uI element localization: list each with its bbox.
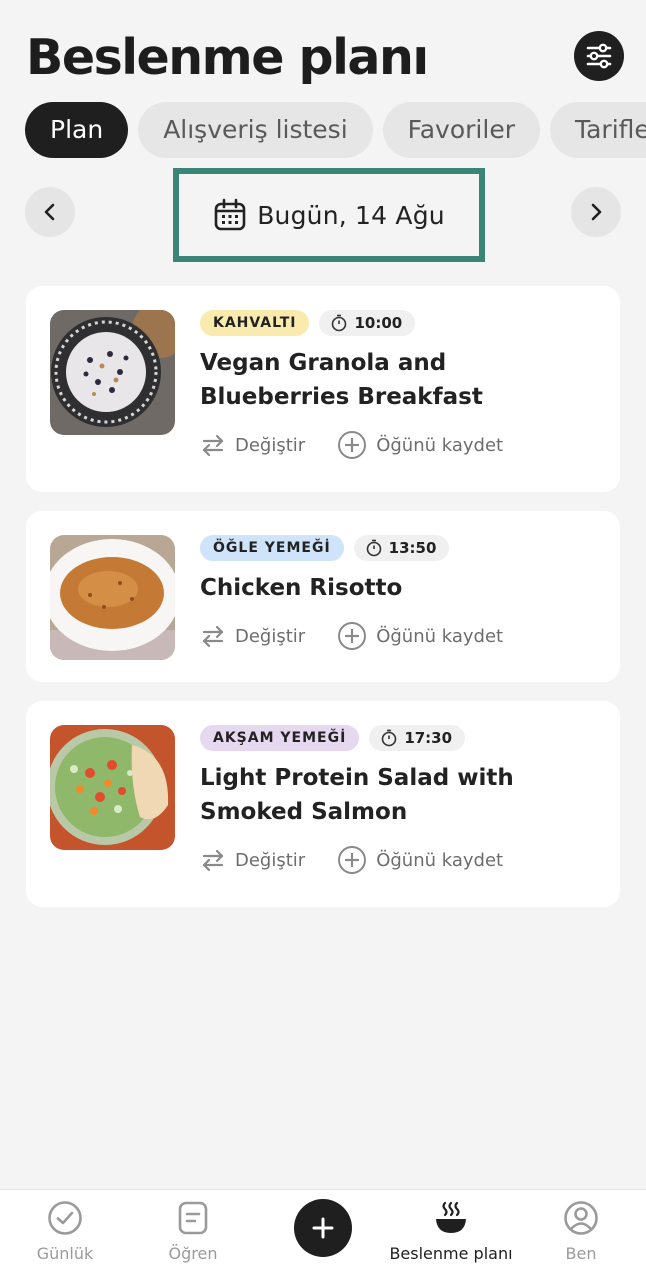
meal-tags: KAHVALTI 10:00 (200, 310, 600, 336)
meal-type-badge: ÖĞLE YEMEĞİ (200, 535, 344, 561)
tab-shopping-list[interactable]: Alışveriş listesi (138, 102, 373, 158)
nav-item-meal-plan[interactable]: Beslenme planı (386, 1200, 516, 1263)
meal-time-badge: 17:30 (369, 725, 466, 751)
swap-meal-button[interactable]: Değiştir (200, 623, 305, 649)
save-meal-button[interactable]: Öğünü kaydet (337, 621, 503, 651)
meal-title[interactable]: Chicken Risotto (200, 571, 600, 605)
meal-content: AKŞAM YEMEĞİ 17:30 Light Protein Salad w… (200, 725, 600, 877)
food-bowl-icon (436, 1201, 466, 1233)
meal-actions: Değiştir Öğünü kaydet (200, 428, 600, 462)
meal-time: 10:00 (354, 314, 403, 332)
meal-title[interactable]: Light Protein Salad with Smoked Salmon (200, 761, 600, 829)
swap-meal-button[interactable]: Değiştir (200, 432, 305, 458)
meal-type-badge: KAHVALTI (200, 310, 310, 336)
nav-item-daily[interactable]: Günlük (0, 1200, 130, 1263)
profile-icon (564, 1201, 598, 1235)
header: Beslenme planı (26, 26, 624, 90)
meal-time-badge: 10:00 (319, 310, 416, 336)
swap-icon (202, 849, 224, 872)
risotto-plate-image[interactable] (50, 535, 175, 660)
nav-label: Ben (565, 1244, 597, 1263)
tab-favorites[interactable]: Favoriler (382, 102, 540, 158)
meal-type-badge: AKŞAM YEMEĞİ (200, 725, 360, 751)
nav-label: Öğren (168, 1244, 218, 1263)
plus-circle-icon (338, 431, 367, 459)
nav-item-learn[interactable]: Öğren (128, 1200, 258, 1263)
meal-content: KAHVALTI 10:00 Vegan Granola and Blueber… (200, 310, 600, 462)
meal-card-lunch[interactable]: ÖĞLE YEMEĞİ 13:50 Chicken Risotto Değişt… (26, 511, 620, 682)
add-button[interactable] (294, 1199, 352, 1257)
chevron-left-icon (44, 203, 55, 221)
stopwatch-icon (382, 729, 397, 747)
previous-day-button[interactable] (25, 187, 75, 237)
swap-label: Değiştir (235, 434, 306, 456)
swap-icon (202, 625, 224, 648)
nav-label: Beslenme planı (389, 1244, 513, 1263)
save-label: Öğünü kaydet (376, 625, 504, 647)
date-selector[interactable]: Bugün, 14 Ağu (173, 168, 485, 262)
meal-time: 13:50 (388, 539, 437, 557)
meal-card-breakfast[interactable]: KAHVALTI 10:00 Vegan Granola and Blueber… (26, 286, 620, 492)
meal-tags: ÖĞLE YEMEĞİ 13:50 (200, 535, 600, 561)
check-circle-icon (48, 1201, 82, 1235)
granola-bowl-image[interactable] (50, 310, 175, 435)
meal-content: ÖĞLE YEMEĞİ 13:50 Chicken Risotto Değişt… (200, 535, 600, 653)
page-title: Beslenme planı (26, 29, 429, 86)
swap-label: Değiştir (235, 849, 306, 871)
salad-plate-image[interactable] (50, 725, 175, 850)
save-label: Öğünü kaydet (376, 434, 504, 456)
plus-circle-icon (338, 622, 367, 650)
date-navigator: Bugün, 14 Ağu (25, 168, 621, 262)
save-meal-button[interactable]: Öğünü kaydet (337, 430, 503, 460)
meal-time: 17:30 (404, 729, 453, 747)
plus-circle-icon (338, 846, 367, 874)
plus-icon (312, 1217, 334, 1239)
stopwatch-icon (332, 314, 347, 332)
swap-label: Değiştir (235, 625, 306, 647)
meal-actions: Değiştir Öğünü kaydet (200, 619, 600, 653)
meal-time-badge: 13:50 (353, 535, 450, 561)
meal-actions: Değiştir Öğünü kaydet (200, 843, 600, 877)
tab-plan[interactable]: Plan (25, 102, 129, 158)
save-label: Öğünü kaydet (376, 849, 504, 871)
next-day-button[interactable] (571, 187, 621, 237)
date-label: Bugün, 14 Ağu (257, 200, 445, 230)
document-icon (178, 1201, 208, 1235)
save-meal-button[interactable]: Öğünü kaydet (337, 845, 503, 875)
meal-tags: AKŞAM YEMEĞİ 17:30 (200, 725, 600, 751)
chevron-right-icon (591, 203, 602, 221)
swap-icon (202, 434, 224, 457)
nav-label: Günlük (36, 1244, 94, 1263)
sliders-icon (586, 43, 612, 69)
tab-recipes[interactable]: Tarifler (549, 102, 646, 158)
swap-meal-button[interactable]: Değiştir (200, 847, 305, 873)
nav-item-profile[interactable]: Ben (516, 1200, 646, 1263)
meal-card-dinner[interactable]: AKŞAM YEMEĞİ 17:30 Light Protein Salad w… (26, 701, 620, 907)
stopwatch-icon (366, 539, 381, 557)
bottom-nav: Günlük Öğren Beslenme planı Ben (0, 1189, 646, 1280)
meal-title[interactable]: Vegan Granola and Blueberries Breakfast (200, 346, 600, 414)
tab-bar: PlanAlışveriş listesiFavorilerTarifler (25, 102, 646, 158)
filter-button[interactable] (574, 31, 624, 81)
calendar-icon (214, 198, 246, 231)
